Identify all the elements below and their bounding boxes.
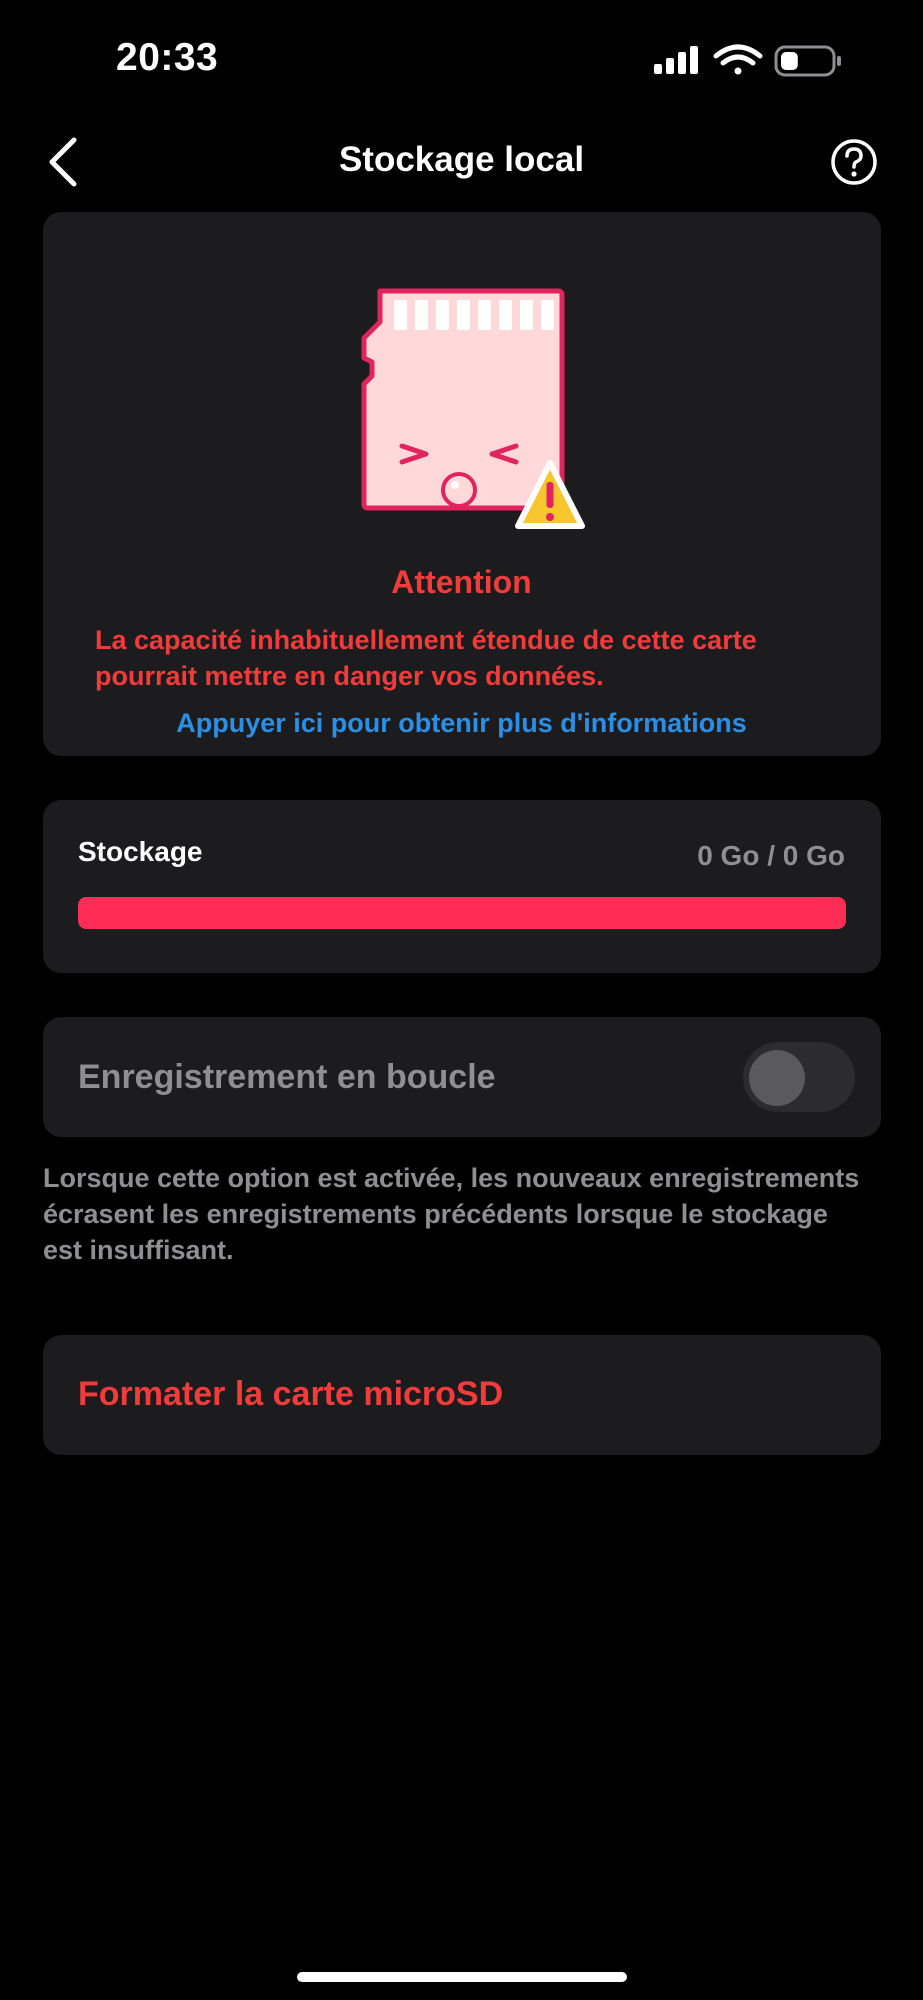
storage-progress-fill bbox=[78, 897, 846, 929]
loop-recording-toggle[interactable] bbox=[743, 1042, 855, 1112]
status-time: 20:33 bbox=[116, 36, 219, 79]
home-indicator bbox=[297, 1972, 627, 1982]
wifi-icon bbox=[713, 44, 763, 75]
more-info-link[interactable]: Appuyer ici pour obtenir plus d'informat… bbox=[0, 708, 923, 739]
storage-value: 0 Go / 0 Go bbox=[697, 840, 845, 871]
sd-card-warning-icon bbox=[361, 288, 585, 529]
loop-recording-description: Lorsque cette option est activée, les no… bbox=[43, 1163, 860, 1265]
warning-message: La capacité inhabituellement étendue de … bbox=[95, 625, 757, 691]
storage-progress-bar bbox=[78, 897, 846, 929]
storage-label: Stockage bbox=[78, 836, 203, 867]
cellular-signal-icon bbox=[654, 46, 698, 74]
storage-card bbox=[43, 800, 881, 973]
loop-recording-label: Enregistrement en boucle bbox=[78, 1058, 496, 1096]
warning-title: Attention bbox=[391, 564, 532, 600]
battery-icon bbox=[774, 45, 841, 77]
question-circle-icon[interactable] bbox=[830, 138, 878, 186]
page-title: Stockage local bbox=[338, 140, 585, 179]
toggle-knob bbox=[749, 1050, 805, 1106]
format-sd-label: Formater la carte microSD bbox=[78, 1375, 504, 1413]
status-icons bbox=[654, 44, 841, 77]
